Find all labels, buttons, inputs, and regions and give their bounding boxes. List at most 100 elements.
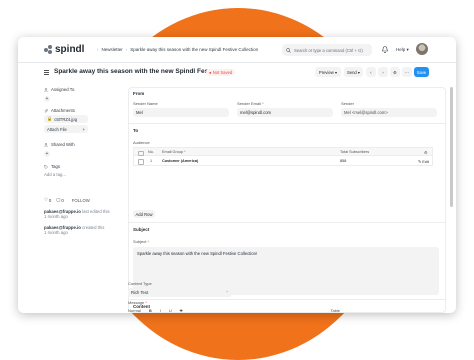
- form-card: From Sender Name Mel Sender Email * mel@…: [128, 87, 446, 313]
- breadcrumb: › Newsletter › Sparkle away this season wit…: [94, 47, 258, 52]
- logo-mark-icon: [44, 45, 53, 54]
- attach-file-button[interactable]: Attach File +: [44, 125, 88, 133]
- format-select[interactable]: Normal: [128, 308, 141, 312]
- attach-file-label: Attach File: [47, 126, 67, 132]
- comment-icon[interactable]: ▢: [56, 197, 60, 203]
- save-button[interactable]: Save: [414, 67, 429, 77]
- strike-button[interactable]: S: [180, 308, 183, 312]
- chevron-left-icon: ‹: [370, 69, 372, 75]
- subscribers-cell: 858: [340, 158, 347, 163]
- lock-icon: 🔒: [47, 116, 53, 121]
- activity-item: pakaes@frappe.io created this 1 month ag…: [44, 225, 104, 235]
- logo[interactable]: spindl: [44, 44, 84, 55]
- shared-with-label: Shared With: [51, 142, 75, 147]
- column-header: Total Subscribers: [340, 150, 370, 154]
- help-dropdown[interactable]: Help ▾: [396, 47, 409, 53]
- activity-time: 1 month ago: [44, 214, 68, 219]
- italic-button[interactable]: I: [160, 308, 161, 312]
- preview-button[interactable]: Preview ▾: [315, 67, 341, 77]
- save-label: Save: [416, 69, 427, 75]
- help-label: Help: [396, 47, 406, 52]
- tags: Tags: [44, 164, 60, 169]
- paperclip-icon: [44, 108, 48, 113]
- column-header-text: Email Group: [162, 150, 184, 154]
- breadcrumb-separator-icon: ›: [97, 47, 99, 52]
- editor-toolbar: Normal B I U S Table: [128, 308, 438, 312]
- sender-name-field[interactable]: Mel: [133, 108, 229, 117]
- chevron-down-icon: ▾: [406, 47, 409, 52]
- sender-name-value: Mel: [136, 110, 143, 115]
- status-badge: ● Not Saved: [206, 69, 236, 76]
- add-assignee-icon[interactable]: +: [44, 96, 50, 102]
- edit-icon: ✎: [418, 159, 422, 164]
- to-section-title: To: [133, 128, 139, 133]
- message-label-text: Message: [128, 300, 145, 305]
- activity-item: pakaes@frappe.io last edited this 1 mont…: [44, 209, 110, 219]
- chevron-down-icon: ▾: [334, 69, 338, 75]
- plus-icon: +: [82, 126, 85, 132]
- breadcrumb-document[interactable]: Sparkle away this season with the new Sp…: [130, 47, 258, 52]
- page-title: Sparkle away this season with the new Sp…: [54, 68, 214, 75]
- column-header: Email Group *: [162, 150, 186, 154]
- follow-button[interactable]: FOLLOW: [72, 198, 90, 203]
- message-label: Message *: [128, 300, 147, 305]
- attachments-label: Attachments: [51, 108, 75, 113]
- sender-email-value: mel@spindl.com: [240, 110, 272, 115]
- add-row-button[interactable]: Add Row: [133, 210, 155, 218]
- sidebar-toggle-icon[interactable]: [44, 70, 49, 75]
- edit-label: Edit: [422, 159, 429, 164]
- add-share-icon[interactable]: +: [44, 151, 50, 157]
- preview-label: Preview: [318, 69, 334, 75]
- email-group-cell[interactable]: Customer (America): [162, 159, 198, 163]
- sender-label: Sender: [341, 101, 354, 106]
- more-menu-button[interactable]: ···: [402, 67, 412, 77]
- content-type-select[interactable]: Rich Text ⌃: [128, 288, 232, 297]
- required-marker: *: [184, 150, 186, 154]
- search-placeholder: Search or type a command (Ctrl + G): [294, 47, 363, 53]
- attachment-filename: c5tTRZ4.jpg: [54, 116, 78, 122]
- logo-text: spindl: [55, 44, 85, 55]
- sender-field: Mel <mel@spindl.com>: [341, 108, 437, 117]
- chevron-down-icon: ⌃: [225, 290, 229, 295]
- attachments: Attachments: [44, 108, 75, 113]
- search-icon: [286, 47, 291, 53]
- notification-bell-icon[interactable]: [382, 46, 388, 53]
- like-count: 0: [48, 197, 52, 203]
- sender-email-field[interactable]: mel@spindl.com: [237, 108, 333, 117]
- audience-label: Audience: [133, 140, 150, 145]
- table-button[interactable]: Table: [330, 308, 340, 312]
- heart-icon[interactable]: ♡: [44, 197, 48, 203]
- attachment-item[interactable]: 🔒 c5tTRZ4.jpg: [44, 115, 88, 123]
- comment-count: 0: [61, 197, 64, 203]
- section-divider: [129, 299, 445, 300]
- bold-button[interactable]: B: [149, 308, 152, 312]
- column-header: No.: [148, 150, 154, 154]
- breadcrumb-separator-icon: ›: [125, 47, 128, 52]
- subject-label: Subject *: [133, 239, 149, 244]
- previous-doc-button[interactable]: ‹: [366, 67, 376, 77]
- send-button[interactable]: Send ▾: [344, 67, 363, 77]
- subject-value: Sparkle away this season with the new Sp…: [137, 251, 258, 256]
- settings-icon[interactable]: ⚙: [424, 150, 427, 155]
- from-section-title: From: [133, 91, 145, 96]
- settings-button[interactable]: ⚙: [390, 67, 400, 77]
- app-window: spindl › Newsletter › Sparkle away this sea…: [18, 37, 456, 313]
- avatar[interactable]: [416, 43, 428, 55]
- subject-label-text: Subject: [133, 239, 147, 244]
- assigned-to[interactable]: Assigned To: [44, 87, 74, 92]
- add-tag-link[interactable]: Add a tag...: [44, 172, 66, 177]
- sender-email-label-text: Sender Email: [237, 101, 262, 106]
- search-input[interactable]: Search or type a command (Ctrl + G): [282, 44, 372, 56]
- table-row[interactable]: 1 Customer (America) 858 ✎ Edit: [133, 156, 433, 166]
- sender-name-label: Sender Name: [133, 101, 158, 106]
- assigned-to-label: Assigned To: [51, 87, 75, 92]
- row-checkbox[interactable]: [138, 159, 144, 165]
- edit-row-button[interactable]: ✎ Edit: [418, 159, 429, 164]
- chevron-right-icon: ›: [382, 69, 384, 75]
- table-header: No. Email Group * Total Subscribers ⚙: [133, 147, 433, 156]
- underline-button[interactable]: U: [169, 308, 172, 312]
- next-doc-button[interactable]: ›: [378, 67, 388, 77]
- breadcrumb-newsletter[interactable]: Newsletter: [102, 47, 123, 52]
- shared-with: Shared With: [44, 142, 75, 147]
- scrollbar[interactable]: [450, 87, 453, 207]
